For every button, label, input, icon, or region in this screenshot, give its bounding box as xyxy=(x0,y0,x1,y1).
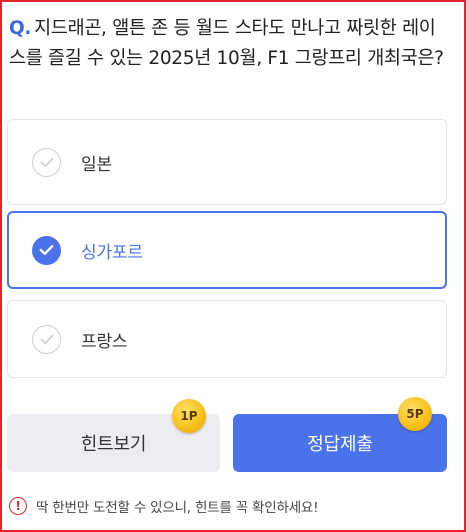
checked-circle-icon xyxy=(32,235,61,265)
hint-cost-coin-badge: 1P xyxy=(172,399,206,433)
question-body: 지드래곤, 앨튼 존 등 월드 스타도 만나고 짜릿한 레이스를 즐길 수 있는… xyxy=(9,18,444,69)
answer-option-label: 싱가포르 xyxy=(81,242,143,263)
answer-option-3[interactable]: 프랑스 xyxy=(7,300,447,378)
question-prefix: Q. xyxy=(9,18,32,39)
answer-option-label: 프랑스 xyxy=(81,331,128,352)
answer-option-label: 일본 xyxy=(81,154,112,175)
notice-message: ! 딱 한번만 도전할 수 있으니, 힌트를 꼭 확인하세요! xyxy=(9,496,449,516)
answer-option-1[interactable]: 일본 xyxy=(7,119,447,205)
question-text: Q. 지드래곤, 앨튼 존 등 월드 스타도 만나고 짜릿한 레이스를 즐길 수 … xyxy=(9,14,449,74)
unchecked-circle-icon xyxy=(32,324,61,354)
submit-reward-coin-badge: 5P xyxy=(398,397,432,431)
exclamation-circle-icon: ! xyxy=(9,497,27,515)
notice-text: 딱 한번만 도전할 수 있으니, 힌트를 꼭 확인하세요! xyxy=(36,500,319,516)
answer-option-2[interactable]: 싱가포르 xyxy=(7,211,447,289)
unchecked-circle-icon xyxy=(32,147,61,177)
